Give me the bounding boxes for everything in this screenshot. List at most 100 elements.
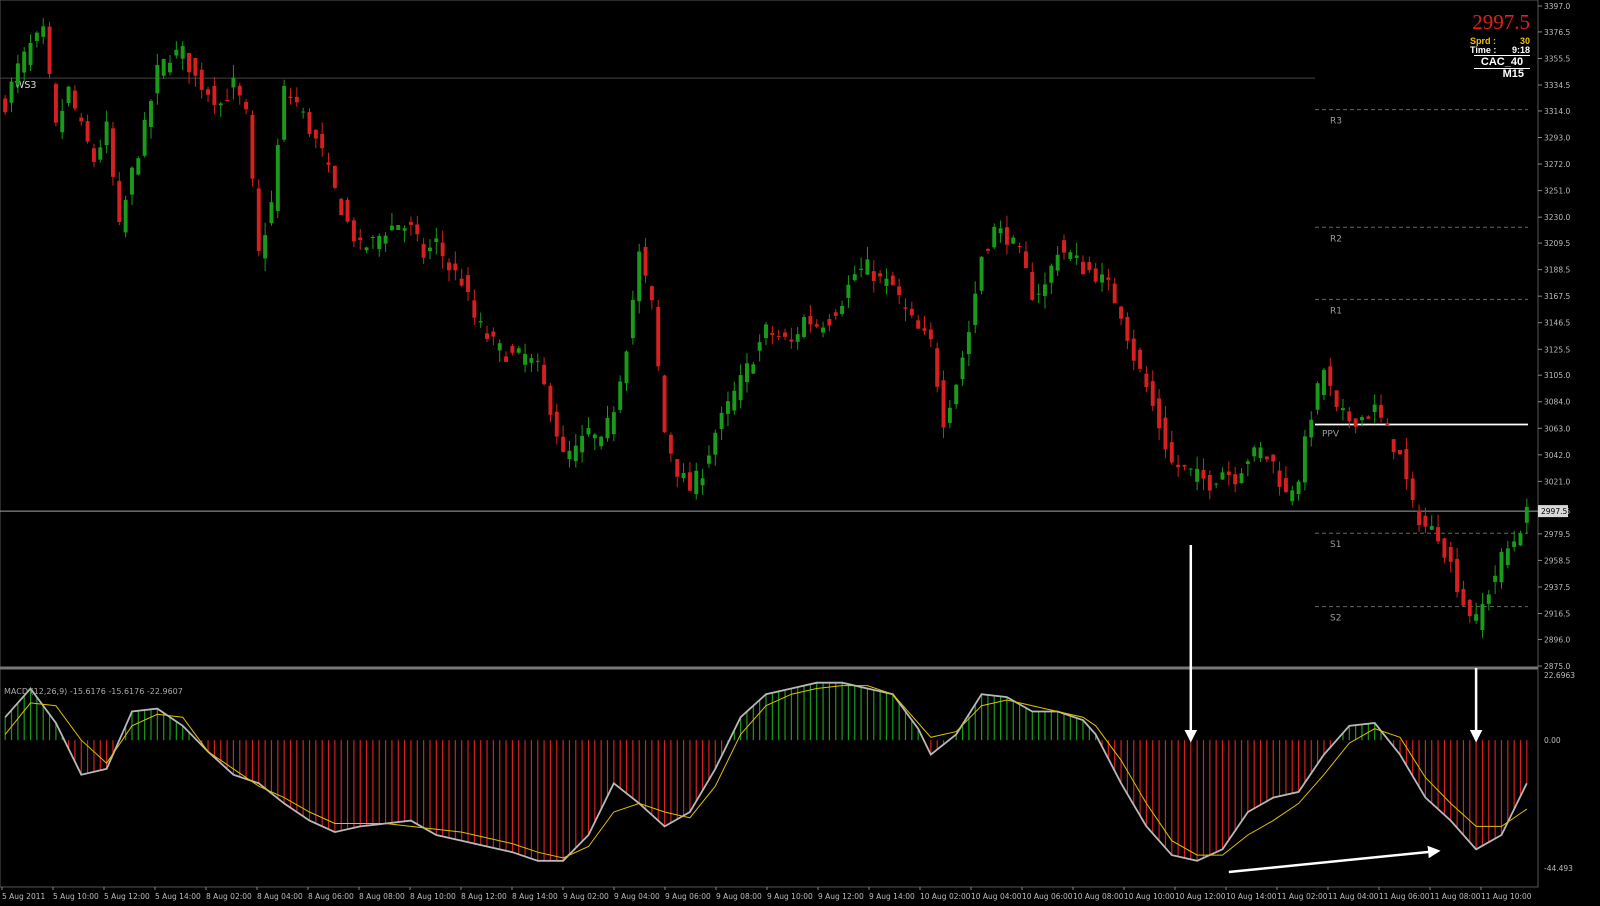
candle-body [28, 42, 33, 66]
candle-body [326, 162, 331, 165]
candle-body [187, 52, 192, 73]
time-tick-label: 8 Aug 06:00 [308, 892, 354, 901]
price-tick-label: 2958.5 [1544, 556, 1570, 565]
candle-body [1112, 283, 1117, 304]
time-tick-label: 8 Aug 04:00 [257, 892, 303, 901]
candle-body [1163, 417, 1168, 450]
price-y-axis: 3397.0 3376.5 3355.5 3334.5 3314.0 3293.0 3272… [1538, 2, 1570, 671]
candle-body [865, 259, 870, 275]
candle-body [935, 348, 940, 387]
candle-body [1474, 614, 1479, 621]
candle-body [237, 85, 242, 96]
price-tick-label: 2916.5 [1544, 610, 1570, 619]
candle-body [497, 343, 502, 351]
candle-body [1017, 246, 1022, 248]
candle-body [1486, 594, 1491, 604]
time-tick-label: 10 Aug 14:00 [1226, 892, 1277, 901]
candle-body [1423, 515, 1428, 527]
candle-body [472, 300, 477, 318]
candle-body [218, 103, 223, 106]
candle-body [3, 98, 8, 113]
candle-body [364, 247, 369, 251]
candle-body [706, 455, 711, 464]
candle-body [789, 339, 794, 342]
candle-body [1207, 475, 1212, 491]
pivot-label-r3: R3 [1330, 117, 1342, 127]
candle-body [878, 273, 883, 277]
time-tick-label: 10 Aug 04:00 [971, 892, 1022, 901]
chart-frame [0, 0, 1539, 888]
candle-body [1283, 478, 1288, 493]
candle-body [573, 445, 578, 462]
candle-body [421, 244, 426, 258]
candle-body [1049, 265, 1054, 283]
candle-body [941, 380, 946, 428]
candle-body [668, 434, 673, 454]
price-tick-label: 3188.5 [1544, 266, 1570, 275]
candle-body [434, 238, 439, 242]
candle-body [719, 412, 724, 429]
candle-body [1455, 558, 1460, 593]
candle-body [795, 334, 800, 342]
candle-body [992, 226, 997, 248]
time-tick-label: 5 Aug 12:00 [104, 892, 150, 901]
macd-indicator-label: MACD (12,26,9) -15.6176 -15.6176 -22.960… [4, 687, 183, 696]
candle-body [440, 242, 445, 257]
candle-body [624, 351, 629, 384]
candle-body [345, 199, 350, 222]
price-tick-label: 3209.5 [1544, 239, 1570, 248]
symbol-label: CAC_40 [1474, 55, 1530, 69]
candle-body [408, 221, 413, 225]
candle-body [675, 458, 680, 477]
candle-body [389, 225, 394, 231]
candle-body [922, 328, 927, 331]
candle-body [1410, 478, 1415, 501]
trading-chart[interactable]: 3397.0 3376.5 3355.5 3334.5 3314.0 3293.0 3272… [0, 0, 1600, 906]
candle-body [123, 199, 128, 233]
price-tick-label: 3293.0 [1544, 133, 1570, 142]
candle-body [909, 308, 914, 316]
candle-body [1391, 439, 1396, 453]
candle-body [928, 329, 933, 340]
candle-body [275, 145, 280, 211]
candle-body [294, 96, 299, 103]
price-tick-label: 3021.0 [1544, 477, 1570, 486]
candle-body [1271, 454, 1276, 462]
time-tick-label: 11 Aug 04:00 [1328, 892, 1379, 901]
candle-body [206, 89, 211, 95]
macd-tick-label: -44.493 [1544, 864, 1573, 873]
candle-body [649, 286, 654, 301]
candle-body [332, 165, 337, 188]
candle-body [377, 235, 382, 250]
candle-body [580, 435, 585, 453]
candle-body [548, 385, 553, 415]
candle-body [155, 64, 160, 94]
candle-body [1360, 417, 1364, 421]
candle-body [808, 315, 813, 325]
candle-body [1214, 483, 1219, 485]
candle-body [1353, 418, 1358, 427]
candle-body [871, 271, 876, 282]
candle-body [1030, 271, 1035, 300]
time-tick-label: 5 Aug 14:00 [155, 892, 201, 901]
candle-body [1321, 369, 1326, 395]
candle-body [1188, 468, 1193, 470]
candle-body [1467, 599, 1472, 616]
time-tick-label: 5 Aug 2011 [2, 892, 45, 901]
candle-body [351, 220, 356, 242]
candle-body [859, 268, 864, 270]
price-tick-label: 2979.5 [1544, 530, 1570, 539]
candle-body [110, 128, 115, 177]
time-tick-label: 9 Aug 06:00 [665, 892, 711, 901]
price-tick-label: 3230.0 [1544, 213, 1570, 222]
candle-body [1087, 262, 1092, 271]
candle-body [1245, 461, 1250, 464]
price-tick-label: 3042.0 [1544, 451, 1570, 460]
candle-body [745, 363, 749, 383]
candle-body [802, 317, 807, 337]
candle-body [979, 256, 984, 291]
candle-body [1093, 268, 1098, 282]
candle-body [1366, 416, 1371, 419]
candle-body [130, 167, 134, 195]
time-value: 9:18 [1511, 45, 1530, 55]
